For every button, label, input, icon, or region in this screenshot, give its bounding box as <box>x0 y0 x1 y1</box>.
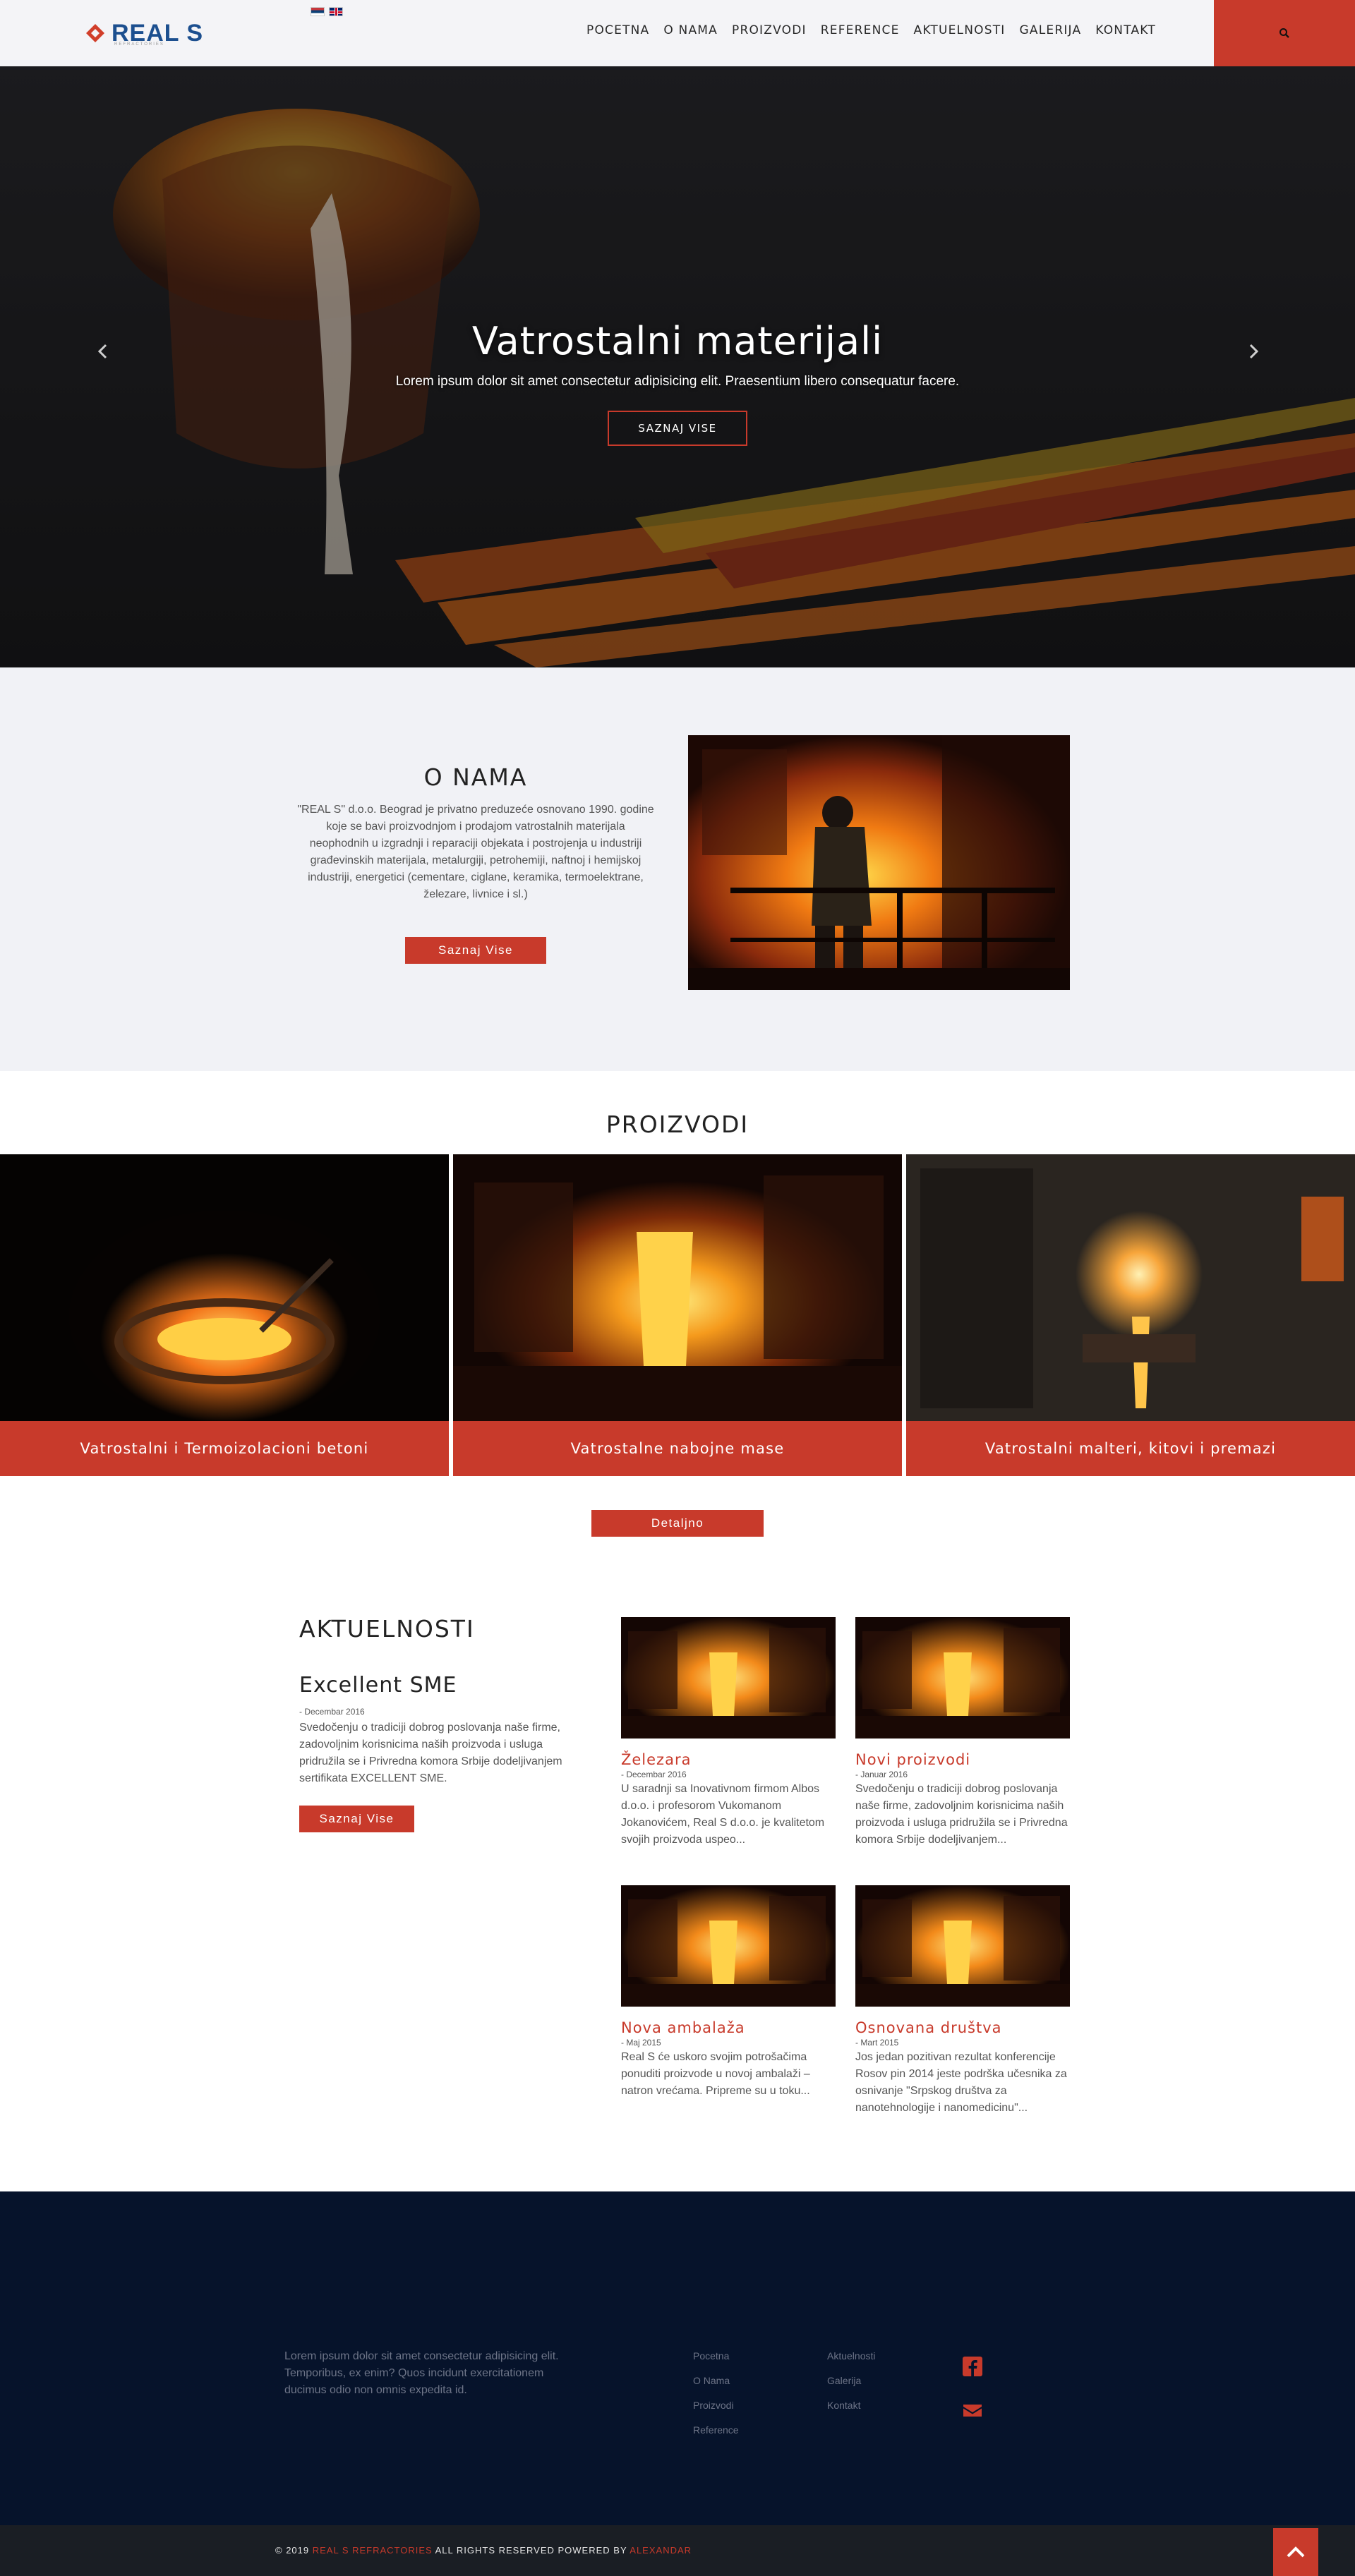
search-icon <box>1279 28 1289 38</box>
footer-link-kontakt[interactable]: Kontakt <box>827 2399 875 2412</box>
main-nav: POCETNA O NAMA PROIZVODI REFERENCE AKTUE… <box>586 23 1170 38</box>
envelope-icon[interactable] <box>963 2400 982 2420</box>
featured-news-button[interactable]: Saznaj Vise <box>299 1806 414 1832</box>
serbian-flag-icon[interactable] <box>311 7 325 16</box>
nav-item-kontakt[interactable]: KONTAKT <box>1095 23 1156 38</box>
featured-news-date: - Decembar 2016 <box>299 1707 365 1717</box>
product-card[interactable]: Vatrostalne nabojne mase <box>453 1154 902 1476</box>
news-title: AKTUELNOSTI <box>299 1615 475 1643</box>
copyright-brand-link[interactable]: REAL S REFRACTORIES <box>313 2545 433 2556</box>
news-card-text: Jos jedan pozitivan rezultat konferencij… <box>855 2051 1067 2114</box>
news-card-date: - Maj 2015 <box>621 2038 661 2048</box>
products-section: PROIZVODI Vatrostalni i Termoizolacioni … <box>0 1071 1355 1560</box>
news-card[interactable]: Osnovana društva - Mart 2015 Jos jedan p… <box>855 1885 1070 2117</box>
news-card-title[interactable]: Novi proizvodi <box>855 1751 1070 1768</box>
site-header: REAL S REFRACTORIES POCETNA O NAMA PROIZ… <box>0 0 1355 66</box>
news-card-text: U saradnji sa Inovativnom firmom Albos d… <box>621 1783 825 1846</box>
logo[interactable]: REAL S REFRACTORIES <box>83 17 203 49</box>
logo-text: REAL S <box>112 20 204 47</box>
nav-item-galerija[interactable]: GALERIJA <box>1020 23 1082 38</box>
copyright-author-link[interactable]: ALEXANDAR <box>630 2545 692 2556</box>
news-card[interactable]: Nova ambalaža - Maj 2015 Real S će uskor… <box>621 1885 836 2100</box>
english-flag-icon[interactable] <box>329 7 343 16</box>
news-image <box>621 1617 836 1739</box>
hero-title: Vatrostalni materijali <box>471 319 884 363</box>
news-card-title[interactable]: Železara <box>621 1751 836 1768</box>
news-card[interactable]: Novi proizvodi - Januar 2016 Svedočenju … <box>855 1617 1070 1849</box>
logo-subtitle: REFRACTORIES <box>114 42 164 47</box>
news-image <box>855 1885 1070 2007</box>
product-label: Vatrostalni malteri, kitovi i premazi <box>906 1421 1355 1476</box>
news-card-title[interactable]: Osnovana društva <box>855 2019 1070 2036</box>
news-image <box>855 1617 1070 1739</box>
about-text: "REAL S" d.o.o. Beograd je privatno pred… <box>297 804 654 900</box>
about-section: O NAMA "REAL S" d.o.o. Beograd je privat… <box>0 667 1355 1071</box>
product-card[interactable]: Vatrostalni malteri, kitovi i premazi <box>906 1154 1355 1476</box>
about-learn-more-button[interactable]: Saznaj Vise <box>405 937 546 964</box>
featured-news-text: Svedočenju o tradiciji dobrog poslovanja… <box>299 1722 562 1784</box>
about-foundry-image <box>688 735 1070 990</box>
footer-link-galerija[interactable]: Galerija <box>827 2374 875 2388</box>
news-card-text: Real S će uskoro svojim potrošačima ponu… <box>621 2051 810 2097</box>
product-label: Vatrostalne nabojne mase <box>453 1421 902 1476</box>
copyright-middle: ALL RIGHTS RESERVED POWERED BY <box>432 2545 630 2556</box>
copyright-prefix: © 2019 <box>275 2545 313 2556</box>
hero-learn-more-button[interactable]: SAZNAJ VISE <box>608 411 747 446</box>
nav-item-reference[interactable]: REFERENCE <box>821 23 900 38</box>
nav-item-proizvodi[interactable]: PROIZVODI <box>732 23 807 38</box>
language-switcher <box>311 7 343 16</box>
nav-item-pocetna[interactable]: POCETNA <box>586 23 649 38</box>
footer-link-proizvodi[interactable]: Proizvodi <box>693 2399 739 2412</box>
footer-link-aktuelnosti[interactable]: Aktuelnosti <box>827 2350 875 2363</box>
news-card-date: - Decembar 2016 <box>621 1770 687 1779</box>
nav-item-o-nama[interactable]: O NAMA <box>663 23 718 38</box>
copyright-text: © 2019 REAL S REFRACTORIES ALL RIGHTS RE… <box>275 2545 692 2556</box>
search-button[interactable] <box>1214 0 1355 66</box>
facebook-icon[interactable] <box>963 2357 982 2376</box>
products-title: PROIZVODI <box>606 1111 749 1138</box>
news-card-title[interactable]: Nova ambalaža <box>621 2019 836 2036</box>
product-card[interactable]: Vatrostalni i Termoizolacioni betoni <box>0 1154 449 1476</box>
footer-text: Lorem ipsum dolor sit amet consectetur a… <box>284 2350 559 2396</box>
footer-link-o-nama[interactable]: O Nama <box>693 2374 739 2388</box>
logo-mark-icon <box>86 24 104 42</box>
products-details-button[interactable]: Detaljno <box>591 1510 764 1537</box>
about-title: O NAMA <box>423 763 528 791</box>
hero-background-image <box>0 66 1355 667</box>
back-to-top-button[interactable] <box>1273 2528 1318 2576</box>
product-image <box>0 1154 449 1421</box>
hero-subtitle: Lorem ipsum dolor sit amet consectetur a… <box>395 374 960 389</box>
footer-link-reference[interactable]: Reference <box>693 2424 739 2437</box>
product-image <box>906 1154 1355 1421</box>
footer-links-col1: Pocetna O Nama Proizvodi Reference <box>693 2350 739 2437</box>
news-card-text: Svedočenju o tradiciji dobrog poslovanja… <box>855 1783 1068 1846</box>
news-card[interactable]: Železara - Decembar 2016 U saradnji sa I… <box>621 1617 836 1849</box>
footer-link-pocetna[interactable]: Pocetna <box>693 2350 739 2363</box>
copyright-bar: © 2019 REAL S REFRACTORIES ALL RIGHTS RE… <box>0 2525 1355 2576</box>
news-card-date: - Januar 2016 <box>855 1770 908 1779</box>
footer-links-col2: Aktuelnosti Galerija Kontakt <box>827 2350 875 2412</box>
product-label: Vatrostalni i Termoizolacioni betoni <box>0 1421 449 1476</box>
hero-slider: Vatrostalni materijali Lorem ipsum dolor… <box>0 66 1355 667</box>
news-card-date: - Mart 2015 <box>855 2038 899 2048</box>
news-image <box>621 1885 836 2007</box>
featured-news-title[interactable]: Excellent SME <box>299 1673 457 1698</box>
site-footer: Lorem ipsum dolor sit amet consectetur a… <box>0 2191 1355 2525</box>
product-image <box>453 1154 902 1421</box>
chevron-up-icon <box>1287 2546 1305 2558</box>
nav-item-aktuelnosti[interactable]: AKTUELNOSTI <box>914 23 1006 38</box>
news-section: AKTUELNOSTI Excellent SME - Decembar 201… <box>0 1560 1355 2191</box>
